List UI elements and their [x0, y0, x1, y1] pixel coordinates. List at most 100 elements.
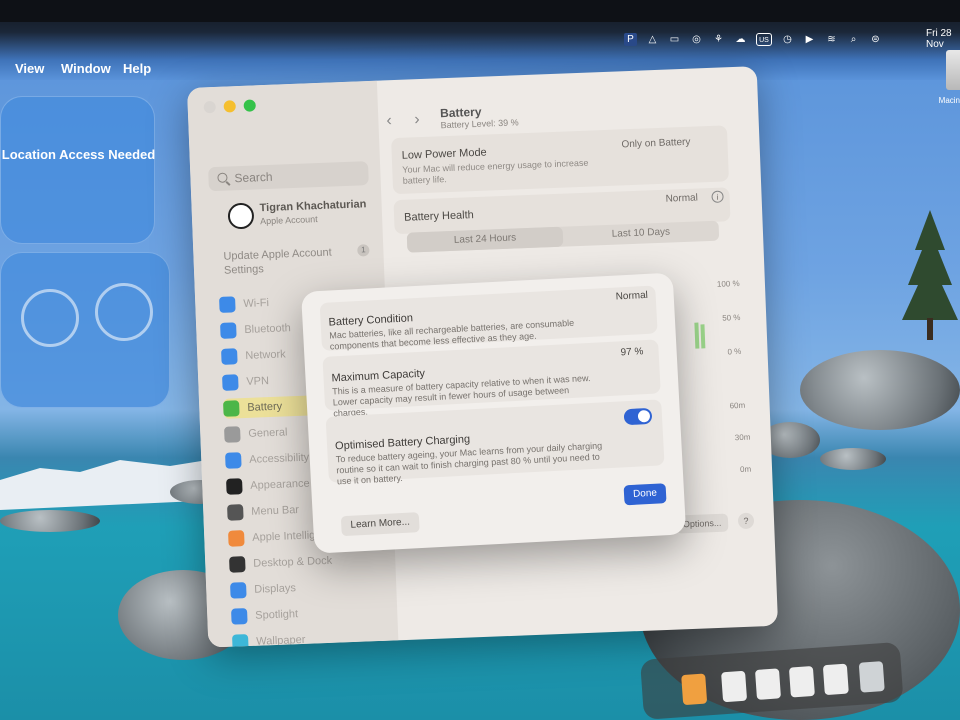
sidebar-item-label: VPN	[246, 375, 270, 388]
sidebar-item-label: Accessibility	[249, 451, 310, 466]
dock-document-icon[interactable]	[788, 665, 815, 698]
optimised-charging-toggle[interactable]	[623, 407, 653, 426]
rock	[0, 510, 100, 532]
menubar-icon	[227, 504, 244, 521]
display-icon[interactable]: ▭	[668, 33, 681, 46]
menu-help[interactable]: Help	[123, 61, 151, 76]
trash-icon[interactable]	[858, 661, 885, 693]
done-button[interactable]: Done	[623, 483, 667, 506]
sidebar-item-desktop-dock[interactable]: Desktop & Dock	[229, 549, 380, 575]
sidebar-item-label: Battery	[247, 400, 283, 414]
low-power-select[interactable]: Only on Battery	[621, 137, 690, 151]
maximum-capacity-value: 97 %	[620, 346, 644, 359]
help-button[interactable]: ?	[737, 512, 755, 530]
chart-y2-label: 60m	[729, 400, 746, 411]
status-icons: P △ ▭ ◎ ⚘ ☁ US ◷ ▶ ≋ ⌕ ⊜	[624, 33, 882, 46]
menu-window[interactable]: Window	[61, 61, 111, 76]
sidebar-item-spotlight[interactable]: Spotlight	[231, 601, 382, 627]
battery-level: Battery Level: 39 %	[440, 117, 519, 131]
cloud-icon[interactable]: ☁	[734, 33, 747, 46]
battery-health-value: Normal	[665, 192, 699, 205]
app-icon[interactable]: P	[624, 33, 637, 46]
search-icon[interactable]: ⌕	[847, 33, 860, 46]
low-power-title: Low Power Mode	[401, 146, 487, 162]
minimize-button[interactable]	[223, 100, 236, 113]
back-chevron-icon[interactable]: ‹	[386, 112, 392, 130]
battery-health-title: Battery Health	[403, 209, 475, 224]
learn-more-button[interactable]: Learn More...	[340, 512, 420, 537]
battery-health-sheet: Battery Condition Mac batteries, like al…	[301, 272, 687, 554]
search-input[interactable]: Search	[208, 161, 369, 192]
timer-icon[interactable]: ◷	[781, 33, 794, 46]
low-power-group: Low Power Mode Your Mac will reduce ener…	[391, 125, 729, 195]
accessibility-icon	[225, 452, 242, 469]
update-badge: 1	[357, 244, 370, 257]
hard-drive-label: Macin	[938, 96, 960, 105]
rock	[800, 350, 960, 430]
gear-icon	[224, 426, 241, 443]
dock-document-icon[interactable]	[822, 663, 849, 696]
appearance-icon	[226, 478, 243, 495]
sidebar-item-label: General	[248, 426, 288, 440]
battery-ring	[95, 283, 153, 341]
sidebar-item-label: Wi-Fi	[243, 297, 270, 310]
bluetooth-icon	[220, 322, 237, 339]
chart-y-label: 0 %	[727, 346, 742, 357]
wifi-icon	[219, 296, 236, 313]
input-us-icon[interactable]: US	[756, 33, 772, 46]
wallpaper-icon	[232, 634, 249, 648]
battery-chart-bar	[700, 324, 706, 349]
battery-widget[interactable]	[0, 252, 170, 408]
chart-y2-label: 30m	[734, 432, 751, 443]
wifi-icon[interactable]: ≋	[825, 33, 838, 46]
update-account-settings[interactable]: Update Apple Account Settings	[223, 245, 354, 278]
apple-intelligence-icon	[228, 530, 245, 547]
dock-document-icon[interactable]	[754, 668, 782, 700]
close-button[interactable]	[203, 100, 216, 114]
sidebar-item-label: Spotlight	[255, 608, 299, 622]
account-name[interactable]: Tigran Khachaturian	[259, 198, 366, 214]
chart-y2-label: 0m	[739, 464, 752, 475]
avatar[interactable]	[227, 202, 255, 230]
sidebar-item-label: Network	[245, 348, 286, 362]
menu-view[interactable]: View	[15, 61, 44, 76]
battery-icon	[223, 400, 240, 417]
chart-y-label: 100 %	[716, 278, 740, 289]
vpn-icon	[222, 374, 239, 391]
rock	[820, 448, 886, 470]
sidebar-item-label: Desktop & Dock	[253, 554, 333, 570]
sidebar-item-label: Menu Bar	[251, 504, 300, 518]
forward-chevron-icon[interactable]: ›	[414, 111, 420, 129]
sidebar-item-label: Displays	[254, 582, 297, 596]
spotlight-icon	[231, 608, 248, 625]
dock-folder-icon[interactable]	[681, 673, 708, 706]
plant-icon[interactable]: ⚘	[712, 33, 725, 46]
battery-ring	[21, 289, 79, 347]
dock-icon	[229, 556, 246, 573]
sidebar-item-label: Bluetooth	[244, 322, 292, 336]
dock-document-icon[interactable]	[721, 670, 748, 703]
toggle-icon[interactable]: ⊜	[869, 33, 882, 46]
battery-chart-bar	[694, 322, 700, 349]
chart-y-label: 50 %	[722, 312, 741, 323]
play-icon[interactable]: ▶	[803, 33, 816, 46]
globe-icon	[221, 348, 238, 365]
menubar-clock[interactable]: Fri 28 Nov	[926, 28, 960, 50]
target-icon[interactable]: ◎	[690, 33, 703, 46]
hard-drive-icon[interactable]	[946, 50, 960, 90]
display-icon	[230, 582, 247, 599]
battery-condition-value: Normal	[615, 289, 649, 303]
tree-graphic	[902, 210, 958, 340]
screen-bezel	[0, 0, 960, 22]
location-widget[interactable]: Location Access Needed	[0, 96, 155, 244]
info-icon[interactable]: i	[711, 190, 724, 203]
sidebar-item-label: Appearance	[250, 477, 310, 492]
location-widget-text: Location Access Needed	[1, 147, 156, 162]
google-drive-icon[interactable]: △	[646, 33, 659, 46]
zoom-button[interactable]	[243, 99, 256, 112]
search-placeholder: Search	[234, 169, 273, 186]
search-icon	[217, 172, 228, 183]
sidebar-item-displays[interactable]: Displays	[230, 575, 381, 601]
account-subtitle: Apple Account	[259, 214, 318, 227]
low-power-description: Your Mac will reduce energy usage to inc…	[402, 157, 589, 186]
